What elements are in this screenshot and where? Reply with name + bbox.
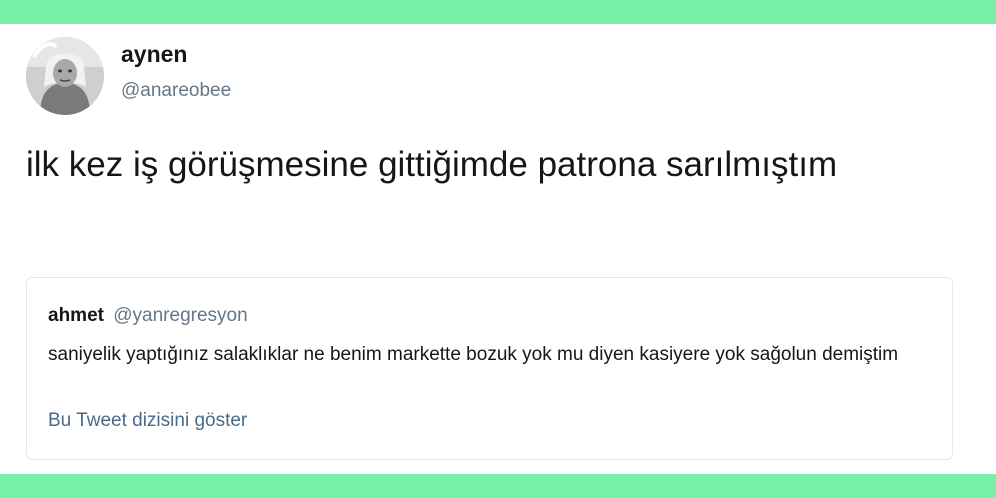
avatar-photo-icon	[26, 37, 104, 115]
quoted-tweet-handle: @yanregresyon	[113, 305, 248, 326]
quoted-tweet-text: saniyelik yaptığınız salaklıklar ne beni…	[48, 344, 899, 365]
top-accent-bar	[0, 0, 996, 24]
tweet-text: ilk kez iş görüşmesine gittiğimde patron…	[26, 145, 838, 184]
bottom-accent-bar	[0, 474, 996, 498]
user-avatar[interactable]	[26, 37, 104, 115]
quoted-tweet-card[interactable]: ahmet @yanregresyon saniyelik yaptığınız…	[26, 277, 953, 460]
quoted-tweet-header: ahmet @yanregresyon	[48, 305, 248, 327]
quoted-tweet-name: ahmet	[48, 305, 104, 326]
user-handle[interactable]: @anareobee	[121, 80, 231, 102]
show-thread-link[interactable]: Bu Tweet dizisini göster	[48, 410, 247, 432]
display-name[interactable]: aynen	[121, 41, 187, 68]
tweet-card: aynen @anareobee ilk kez iş görüşmesine …	[0, 24, 996, 474]
